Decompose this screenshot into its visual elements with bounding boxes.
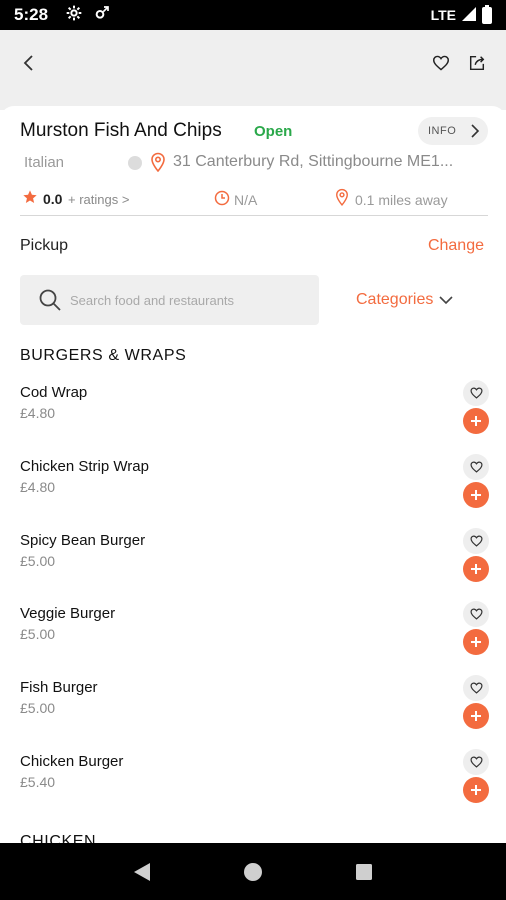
add-item-button[interactable]: [463, 408, 489, 434]
nav-recents-button[interactable]: [344, 852, 384, 892]
status-bar: 5:28 LTE: [0, 0, 506, 30]
heart-icon: [469, 387, 483, 399]
menu-item[interactable]: Cod Wrap £4.80: [0, 380, 506, 454]
search-input[interactable]: [70, 292, 300, 308]
divider: [20, 215, 488, 216]
square-recents-icon: [356, 863, 373, 880]
plus-icon: [471, 563, 481, 574]
network-label: LTE: [430, 7, 456, 23]
plus-icon: [471, 637, 481, 648]
back-button[interactable]: [14, 48, 44, 78]
signal-icon: [462, 6, 476, 24]
favorite-item-button[interactable]: [463, 675, 489, 702]
status-time: 5:28: [14, 5, 49, 24]
share-button[interactable]: [464, 50, 490, 76]
item-price: £4.80: [20, 478, 56, 495]
item-price: £4.80: [20, 405, 56, 421]
categories-dropdown[interactable]: Categories: [356, 291, 453, 309]
menu-item[interactable]: Spicy Bean Burger £5.00: [0, 527, 506, 602]
chevron-down-icon: [439, 296, 453, 305]
item-name: Chicken Strip Wrap: [20, 457, 149, 475]
data-saver-icon: [94, 5, 110, 26]
plus-icon: [471, 489, 481, 500]
cuisine-label: Italian: [24, 154, 65, 171]
add-item-button[interactable]: [463, 555, 489, 582]
chevron-right-icon: [471, 124, 480, 138]
item-price: £5.00: [20, 700, 56, 717]
search-icon: [38, 288, 62, 312]
restaurant-address: 31 Canterbury Rd, Sittingbourne ME1...: [173, 153, 454, 170]
favorite-restaurant-button[interactable]: [428, 50, 454, 76]
search-box[interactable]: [20, 275, 319, 325]
add-item-button[interactable]: [463, 629, 489, 656]
restaurant-name: Murston Fish And Chips: [20, 120, 222, 141]
menu-item[interactable]: Veggie Burger £5.00: [0, 601, 506, 675]
eta-value: N/A: [234, 192, 258, 208]
plus-icon: [471, 416, 481, 426]
system-nav-bar: [0, 843, 506, 900]
plus-icon: [471, 784, 481, 795]
item-price: £5.00: [20, 552, 56, 569]
heart-icon: [469, 535, 483, 547]
heart-icon: [469, 461, 483, 473]
info-label: INFO: [428, 125, 457, 137]
favorite-item-button[interactable]: [463, 527, 489, 554]
pin-icon: [151, 152, 165, 172]
section-title: BURGERS & WRAPS: [20, 347, 187, 364]
favorite-item-button[interactable]: [463, 453, 489, 480]
item-name: Spicy Bean Burger: [20, 531, 146, 549]
app-header: [0, 30, 506, 110]
settings-icon: [66, 5, 82, 26]
info-button[interactable]: INFO: [418, 117, 488, 145]
add-item-button[interactable]: [463, 776, 489, 803]
add-item-button[interactable]: [463, 481, 489, 508]
heart-icon: [469, 756, 483, 768]
pin-icon: [336, 188, 348, 206]
change-order-mode-button[interactable]: Change: [428, 237, 484, 255]
separator-dot: [128, 156, 142, 170]
rating-row: 0.0 + ratings > N/A 0.1 miles away: [22, 188, 488, 212]
add-item-button[interactable]: [463, 703, 489, 730]
item-name: Veggie Burger: [20, 605, 116, 623]
order-mode-label: Pickup: [20, 237, 69, 254]
menu-item[interactable]: Chicken Burger £5.40: [0, 748, 506, 823]
heart-icon: [469, 682, 483, 694]
categories-label: Categories: [356, 291, 434, 308]
restaurant-sheet: Murston Fish And Chips Open INFO Italian…: [0, 106, 506, 843]
menu-item[interactable]: Fish Burger £5.00: [0, 675, 506, 749]
heart-icon: [469, 608, 483, 621]
clock-icon: [214, 190, 230, 206]
nav-back-button[interactable]: [122, 852, 162, 892]
menu-list: Cod Wrap £4.80 Chicken Strip Wrap £4.80 …: [0, 380, 506, 823]
ratings-link[interactable]: + ratings >: [68, 192, 129, 207]
item-price: £5.40: [20, 773, 56, 790]
triangle-back-icon: [133, 862, 150, 881]
distance-value: 0.1 miles away: [355, 192, 448, 208]
nav-home-button[interactable]: [233, 852, 273, 892]
item-name: Fish Burger: [20, 679, 98, 697]
menu-item[interactable]: Chicken Strip Wrap £4.80: [0, 453, 506, 528]
favorite-item-button[interactable]: [463, 601, 489, 628]
status-right: LTE: [430, 4, 492, 24]
rating-value: 0.0: [43, 191, 63, 207]
item-price: £5.00: [20, 626, 56, 643]
favorite-item-button[interactable]: [463, 748, 489, 775]
circle-home-icon: [243, 862, 262, 881]
share-icon: [469, 55, 485, 71]
chevron-left-icon: [23, 55, 33, 71]
item-name: Cod Wrap: [20, 384, 88, 401]
heart-icon: [432, 55, 450, 71]
section-title: CHICKEN: [20, 833, 97, 843]
battery-icon: [482, 4, 492, 24]
open-status-badge: Open: [254, 123, 293, 140]
favorite-item-button[interactable]: [463, 380, 489, 406]
plus-icon: [471, 711, 481, 722]
star-icon: [23, 190, 37, 203]
item-name: Chicken Burger: [20, 752, 124, 770]
